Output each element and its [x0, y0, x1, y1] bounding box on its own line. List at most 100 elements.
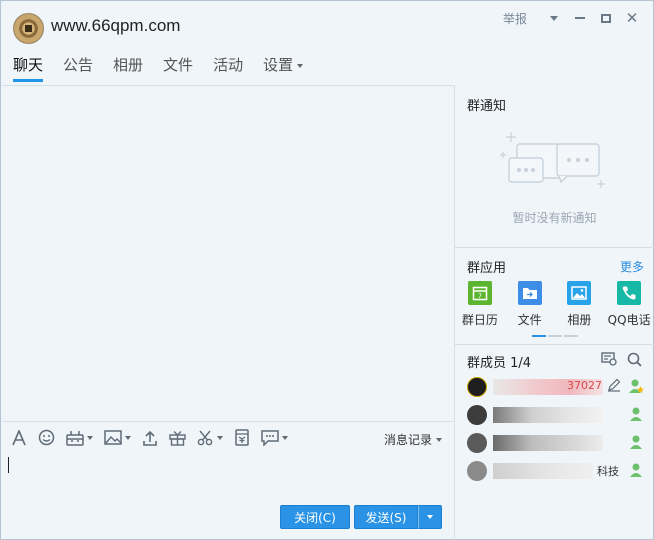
more-apps-link[interactable]: 更多 [620, 258, 644, 275]
owner-badge [627, 377, 645, 398]
tab-files-label: 文件 [163, 56, 194, 74]
upload-icon [143, 430, 157, 446]
apps-title: 群应用 [467, 261, 507, 276]
app-qq-call-label: QQ电话 [607, 313, 651, 327]
search-icon [627, 352, 642, 367]
member-row[interactable] [465, 431, 645, 455]
chevron-down-icon [436, 437, 442, 442]
tab-chat-label: 聊天 [13, 56, 44, 74]
pencil-icon [608, 378, 621, 392]
empty-notice-illustration [500, 132, 605, 188]
text-cursor [8, 457, 9, 473]
apps-pager[interactable] [532, 335, 580, 337]
more-tools-button[interactable] [261, 429, 288, 446]
member-icon [630, 435, 642, 449]
tab-settings-label: 设置 [263, 56, 294, 74]
member-search-button[interactable] [627, 352, 642, 370]
tab-album-label: 相册 [113, 56, 144, 74]
tab-files[interactable]: 文件 [163, 54, 193, 82]
tab-settings[interactable]: 设置 [263, 54, 304, 82]
pager-dot[interactable] [548, 335, 562, 337]
app-files[interactable]: 文件 [505, 281, 555, 328]
member-avatar [467, 461, 487, 481]
member-name-redacted [493, 463, 593, 479]
minimize-button[interactable] [567, 9, 593, 27]
font-icon [12, 429, 26, 445]
tab-announcements-label: 公告 [63, 56, 94, 74]
pager-dot-active[interactable] [532, 335, 546, 337]
gift-button[interactable] [169, 430, 186, 446]
member-icon [630, 407, 642, 421]
send-button[interactable]: 发送(S) [354, 505, 418, 529]
member-name-suffix: 科技 [597, 465, 619, 478]
emoji-button[interactable] [38, 429, 55, 446]
message-history-area[interactable] [2, 85, 454, 421]
member-badge [627, 461, 645, 482]
upload-file-button[interactable] [142, 430, 158, 446]
group-members-panel: 群成员 1/4 37027 科技 [455, 345, 654, 540]
phone-icon [617, 281, 642, 305]
title-bar[interactable]: www.66qpm.com 举报 ✕ [1, 1, 653, 51]
group-apps-panel: 群应用 更多 7 群日历 文件 相册 QQ电话 [455, 248, 654, 344]
chevron-down-icon [125, 435, 131, 440]
window-controls: 举报 ✕ [503, 9, 645, 27]
input-toolbar: 消息记录 [2, 421, 454, 453]
window-title: www.66qpm.com [51, 16, 181, 35]
app-grid: 7 群日历 文件 相册 QQ电话 [455, 281, 654, 328]
notice-title: 群通知 [467, 99, 507, 114]
chevron-down-icon [550, 15, 558, 21]
member-manage-button[interactable] [601, 352, 617, 370]
tab-chat[interactable]: 聊天 [13, 54, 44, 82]
send-options-button[interactable] [418, 505, 442, 529]
folder-icon [517, 281, 542, 305]
vip-emoji-button[interactable] [66, 430, 93, 446]
chevron-down-icon [297, 63, 304, 68]
image-button[interactable] [104, 430, 131, 445]
member-badge [627, 405, 645, 426]
scissors-icon [197, 430, 213, 445]
app-files-label: 文件 [517, 313, 542, 327]
tab-announcements[interactable]: 公告 [63, 54, 93, 82]
tab-bar: 聊天 公告 相册 文件 活动 设置 [13, 54, 323, 82]
report-link[interactable]: 举报 [503, 10, 527, 27]
message-history-label: 消息记录 [383, 433, 432, 447]
close-icon: ✕ [625, 9, 639, 27]
group-chat-window: www.66qpm.com 举报 ✕ 聊天 公告 相册 文件 活动 设置 消息记… [0, 0, 654, 540]
close-chat-button[interactable]: 关闭(C) [280, 505, 350, 529]
group-avatar[interactable] [13, 13, 44, 44]
red-packet-icon [235, 429, 249, 446]
menu-dropdown-button[interactable] [541, 9, 567, 27]
tab-activities[interactable]: 活动 [213, 54, 243, 82]
red-packet-button[interactable] [234, 429, 250, 446]
app-album[interactable]: 相册 [555, 281, 605, 328]
smiley-icon [38, 429, 55, 446]
maximize-icon [601, 13, 611, 23]
member-avatar [467, 405, 487, 425]
app-calendar-label: 群日历 [461, 313, 498, 327]
screenshot-button[interactable] [197, 430, 223, 446]
member-icon [630, 463, 642, 477]
calendar-icon: 7 [467, 281, 492, 305]
chat-bubble-icon [261, 429, 279, 446]
chevron-down-icon [217, 435, 223, 440]
message-history-button[interactable]: 消息记录 [384, 431, 442, 448]
image-icon [104, 430, 122, 445]
gift-box-icon [66, 430, 84, 446]
member-row[interactable]: 37027 [465, 375, 645, 399]
maximize-button[interactable] [593, 9, 619, 27]
font-button[interactable] [11, 429, 27, 446]
minimize-icon [575, 17, 585, 19]
close-window-button[interactable]: ✕ [619, 9, 645, 27]
app-qq-call[interactable]: QQ电话 [604, 281, 654, 328]
tab-album[interactable]: 相册 [113, 54, 143, 82]
group-notice-panel: 群通知 暂时没有新通知 [455, 85, 654, 247]
image-icon [567, 281, 592, 305]
member-name-redacted [493, 407, 603, 423]
member-avatar [467, 433, 487, 453]
member-row[interactable] [465, 403, 645, 427]
app-calendar[interactable]: 7 群日历 [455, 281, 505, 328]
svg-text:7: 7 [478, 292, 482, 300]
edit-card-button[interactable] [607, 378, 621, 395]
member-row[interactable]: 科技 [465, 459, 645, 483]
pager-dot[interactable] [564, 335, 578, 337]
